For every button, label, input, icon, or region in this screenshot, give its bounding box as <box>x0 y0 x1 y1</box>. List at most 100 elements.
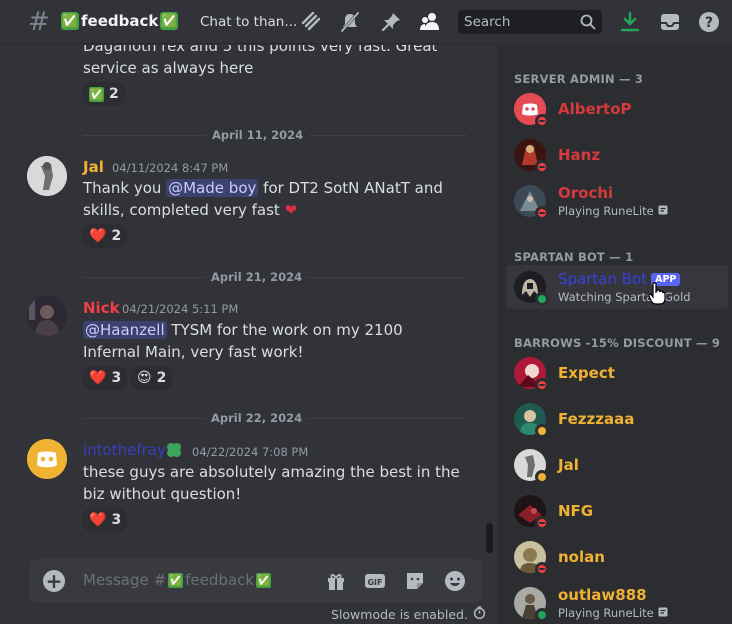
date-divider-label: April 11, 2024 <box>206 128 310 142</box>
reaction-count: 3 <box>111 512 122 528</box>
member-activity: Watching Spartan Gold <box>558 290 691 304</box>
search-input[interactable]: Search <box>458 10 602 34</box>
sticker-icon[interactable] <box>404 570 426 592</box>
online-status-icon <box>535 292 549 306</box>
checkmark-emoji: ✅ <box>160 12 179 30</box>
member-item[interactable]: Spartan Bot APP Watching Spartan Gold <box>506 265 728 309</box>
reaction-button[interactable]: ✅ 2 <box>83 82 125 106</box>
member-item[interactable]: NFG <box>506 489 728 533</box>
member-list[interactable]: SERVER ADMIN — 3 AlbertoP Hanz Orochi Pl… <box>498 45 732 624</box>
member-item[interactable]: outlaw888 Playing RuneLite <box>506 581 728 624</box>
emoji-picker-icon[interactable] <box>444 570 466 592</box>
avatar <box>514 541 549 576</box>
checkmark-emoji: ✅ <box>256 572 271 588</box>
rich-presence-icon <box>658 606 668 620</box>
avatar[interactable] <box>27 156 67 196</box>
message-input[interactable]: Message # ✅ feedback ✅ <box>83 571 271 589</box>
checkmark-emoji: ✅ <box>168 572 184 588</box>
download-icon[interactable] <box>619 11 641 33</box>
upload-plus-icon[interactable]: + <box>43 570 65 592</box>
message-content: Daganoth rex and 5 this points very fast… <box>83 45 438 77</box>
dnd-status-icon <box>535 562 549 576</box>
avatar <box>514 587 549 622</box>
user-mention[interactable]: @Haanzell <box>83 321 167 339</box>
member-item[interactable]: nolan <box>506 535 728 579</box>
avatar <box>514 139 549 174</box>
date-divider-label: April 21, 2024 <box>205 270 309 284</box>
member-name: Jal <box>558 456 579 474</box>
member-activity: Playing RuneLite <box>558 606 668 620</box>
avatar <box>514 357 549 392</box>
reaction-button[interactable]: ❤️ 3 <box>83 366 128 390</box>
bot-name: Spartan Bot <box>558 270 648 288</box>
reaction-count: 2 <box>156 370 167 386</box>
member-item[interactable]: Expect <box>506 351 728 395</box>
member-name: nolan <box>558 548 605 566</box>
member-item[interactable]: AlbertoP <box>506 87 728 131</box>
user-mention[interactable]: @Made boy <box>166 179 259 197</box>
member-list-icon[interactable] <box>419 11 441 33</box>
member-name: Orochi <box>558 184 614 202</box>
help-icon[interactable]: ? <box>698 11 720 33</box>
member-item[interactable]: Orochi Playing RuneLite <box>506 179 728 223</box>
message-content: these guys are absolutely amazing the be… <box>83 463 460 503</box>
message-scrollbar[interactable] <box>486 523 493 553</box>
member-name: Fezzzaaa <box>558 410 635 428</box>
message-author[interactable]: Jal <box>83 158 104 176</box>
gif-icon[interactable]: GIF <box>364 570 386 592</box>
message-author[interactable]: Nick <box>83 299 120 317</box>
dnd-status-icon <box>535 160 549 174</box>
message-list[interactable]: Daganoth rex and 5 this points very fast… <box>0 45 482 555</box>
member-name: Hanz <box>558 146 601 164</box>
channel-header: # ✅ feedback ✅ Chat to than... Search ? <box>0 0 732 44</box>
reaction-button[interactable]: ❤️ 2 <box>83 224 128 248</box>
rich-presence-icon <box>658 204 668 218</box>
search-icon <box>580 14 596 34</box>
svg-text:?: ? <box>705 15 713 31</box>
message-composer[interactable]: + Message # ✅ feedback ✅ GIF <box>29 559 482 603</box>
avatar <box>514 495 549 530</box>
reaction-count: 2 <box>111 228 122 244</box>
message-author[interactable]: intothefray <box>83 441 166 459</box>
date-divider-label: April 22, 2024 <box>205 411 309 425</box>
gift-icon[interactable] <box>325 570 347 592</box>
avatar[interactable] <box>27 439 67 479</box>
member-activity: Playing RuneLite <box>558 204 668 218</box>
member-section-header: SERVER ADMIN — 3 <box>514 72 644 86</box>
checkmark-emoji: ✅ <box>89 86 104 102</box>
message-timestamp: 04/11/2024 8:47 PM <box>112 161 229 175</box>
member-item[interactable]: Hanz <box>506 133 728 177</box>
dnd-status-icon <box>535 378 549 392</box>
online-status-icon <box>535 608 549 622</box>
member-section-header: SPARTAN BOT — 1 <box>514 250 634 264</box>
member-section-header: BARROWS -15% DISCOUNT — 9 <box>514 336 721 350</box>
message-timestamp: 04/22/2024 7:08 PM <box>192 445 309 459</box>
avatar <box>514 271 549 306</box>
clover-role-icon <box>165 441 183 463</box>
member-item[interactable]: Jal <box>506 443 728 487</box>
member-name: outlaw888 <box>558 586 647 604</box>
channel-topic[interactable]: Chat to than... <box>200 14 297 30</box>
notification-muted-icon[interactable] <box>339 11 361 33</box>
heart-eyes-emoji: 😍 <box>137 370 152 386</box>
avatar <box>514 403 549 438</box>
heart-emoji: ❤️ <box>89 512 107 528</box>
reaction-button[interactable]: 😍 2 <box>131 366 173 390</box>
heart-emoji: ❤ <box>284 201 298 219</box>
activity-text: Playing RuneLite <box>558 606 654 620</box>
idle-status-icon <box>535 470 549 484</box>
message-timestamp: 04/21/2024 5:11 PM <box>122 302 239 316</box>
avatar[interactable] <box>27 296 67 336</box>
reaction-button[interactable]: ❤️ 3 <box>83 508 128 532</box>
avatar <box>514 93 549 128</box>
pinned-messages-icon[interactable] <box>380 11 402 33</box>
slowmode-text: Slowmode is enabled. <box>331 606 468 622</box>
threads-icon[interactable] <box>300 11 322 33</box>
member-item[interactable]: Fezzzaaa <box>506 397 728 441</box>
stopwatch-icon <box>473 606 486 622</box>
composer-placeholder-channel: feedback <box>185 571 254 589</box>
slowmode-indicator: Slowmode is enabled. <box>331 606 486 622</box>
activity-text: Playing RuneLite <box>558 204 654 218</box>
dnd-status-icon <box>535 114 549 128</box>
inbox-icon[interactable] <box>659 11 681 33</box>
